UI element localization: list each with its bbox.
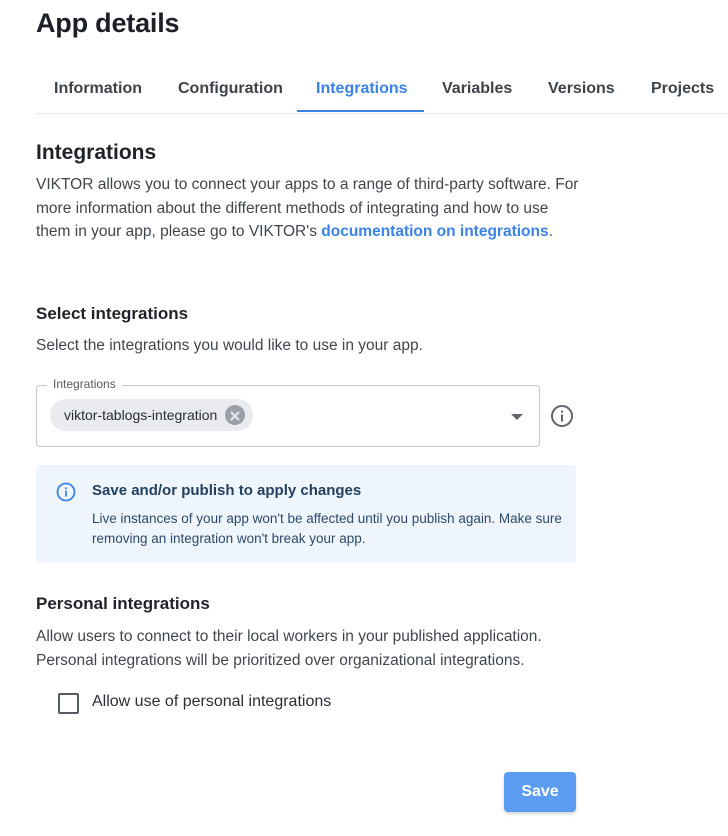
close-circle-icon[interactable] [225, 405, 246, 425]
select-integrations-description: Select the integrations you would like t… [36, 337, 423, 354]
personal-integrations-checkbox-label[interactable]: Allow use of personal integrations [92, 693, 331, 711]
select-integrations-description-wrap: Select the integrations you would like t… [36, 337, 423, 355]
integrations-section: Integrations VIKTOR allows you to connec… [36, 141, 581, 244]
personal-integrations-description-line1: Allow users to connect to their local wo… [36, 628, 542, 645]
personal-integrations-heading-wrap: Personal integrations [36, 594, 210, 614]
checkbox-unchecked-icon[interactable] [58, 693, 79, 714]
arrow-drop-down-icon[interactable] [511, 414, 523, 420]
personal-integrations-heading: Personal integrations [36, 594, 210, 613]
page-title: App details [36, 8, 180, 38]
tab-variables[interactable]: Variables [442, 80, 512, 98]
alert-body: Live instances of your app won't be affe… [92, 511, 562, 546]
tab-configuration[interactable]: Configuration [178, 80, 283, 98]
section-heading: Integrations [36, 141, 157, 164]
tab-integrations[interactable]: Integrations [316, 80, 408, 98]
documentation-link[interactable]: documentation on integrations [321, 223, 548, 240]
info-alert: Save and/or publish to apply changes Liv… [36, 465, 576, 563]
tab-information[interactable]: Information [54, 80, 142, 98]
info-outline-icon[interactable] [550, 404, 574, 428]
integration-chip-label: viktor-tablogs-integration [64, 407, 218, 423]
alert-title: Save and/or publish to apply changes [92, 482, 362, 499]
personal-integrations-description: Allow users to connect to their local wo… [36, 625, 596, 673]
intro-text-suffix: . [548, 223, 553, 240]
intro-text: VIKTOR allows you to connect your apps t… [36, 173, 581, 244]
select-integrations-heading-wrap: Select integrations [36, 304, 188, 324]
integrations-field-label: Integrations [47, 377, 122, 391]
active-tab-indicator [297, 110, 424, 112]
tab-bar: Information Configuration Integrations V… [36, 70, 728, 114]
tab-projects[interactable]: Projects [651, 80, 714, 98]
personal-integrations-description-line2: Personal integrations will be prioritize… [36, 652, 525, 669]
tab-versions[interactable]: Versions [548, 80, 615, 98]
app-details-page: App details Information Configuration In… [0, 0, 728, 836]
info-icon [56, 482, 76, 502]
integrations-select[interactable]: Integrations viktor-tablogs-integration [36, 377, 540, 447]
select-integrations-heading: Select integrations [36, 304, 189, 323]
integration-chip: viktor-tablogs-integration [50, 399, 254, 431]
save-button[interactable]: Save [504, 772, 576, 812]
